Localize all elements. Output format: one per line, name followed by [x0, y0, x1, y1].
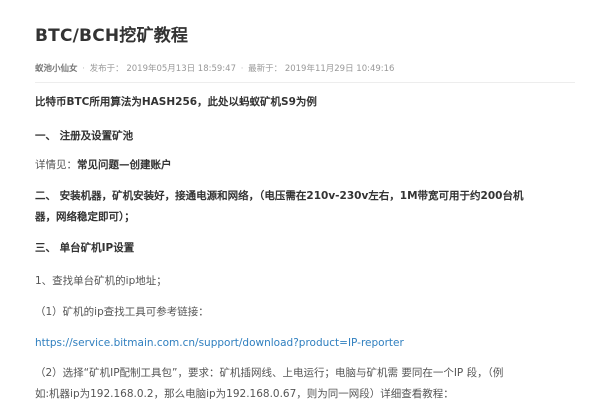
title-divider [35, 82, 575, 83]
meta-separator: · [240, 64, 244, 74]
meta-separator: · [82, 64, 85, 74]
updated-date: 2019年11月29日 10:49:16 [284, 64, 395, 74]
step3-heading: 三、 单台矿机IP设置 [35, 242, 135, 254]
step2-line1: 二、 安装机器，矿机安装好，接通电源和网络，（电压需在210v-230v左右，1… [35, 190, 524, 202]
article-meta: 蚁池小仙女 · 发布于： 2019年05月13日 18:59:47 · 最新于：… [35, 62, 394, 74]
published-label: 发布于： [89, 64, 124, 74]
details-paragraph: 详情见：常见问题—创建账户 [35, 155, 575, 176]
author-name[interactable]: 蚁池小仙女 [35, 64, 78, 74]
select-tool-line2: 如:机器ip为192.168.0.2，那么电脑ip为192.168.0.67，则… [35, 388, 454, 400]
select-tool-line1: （2）选择“矿机IP配制工具包”，要求：矿机插网线、上电运行；电脑与矿机需 要同… [35, 367, 504, 379]
details-prefix: 详情见： [35, 159, 77, 171]
ip-reporter-link[interactable]: https://service.bitmain.com.cn/support/d… [35, 333, 575, 354]
step1-heading: 一、 注册及设置矿池 [35, 130, 134, 142]
intro-paragraph: 比特币BTC所用算法为HASH256，此处以蚂蚁矿机S9为例 [35, 96, 317, 108]
step2-line2: 器，网络稳定即可）； [35, 211, 135, 223]
page-title: BTC/BCH挖矿教程 [35, 26, 189, 46]
find-ip-paragraph: 1、查找单台矿机的ip地址； [35, 275, 167, 287]
published-date: 2019年05月13日 18:59:47 [126, 64, 236, 74]
updated-label: 最新于： [248, 64, 283, 74]
faq-create-account-link[interactable]: 常见问题—创建账户 [77, 159, 172, 171]
tool-hint-paragraph: （1）矿机的ip查找工具可参考链接： [35, 306, 209, 318]
